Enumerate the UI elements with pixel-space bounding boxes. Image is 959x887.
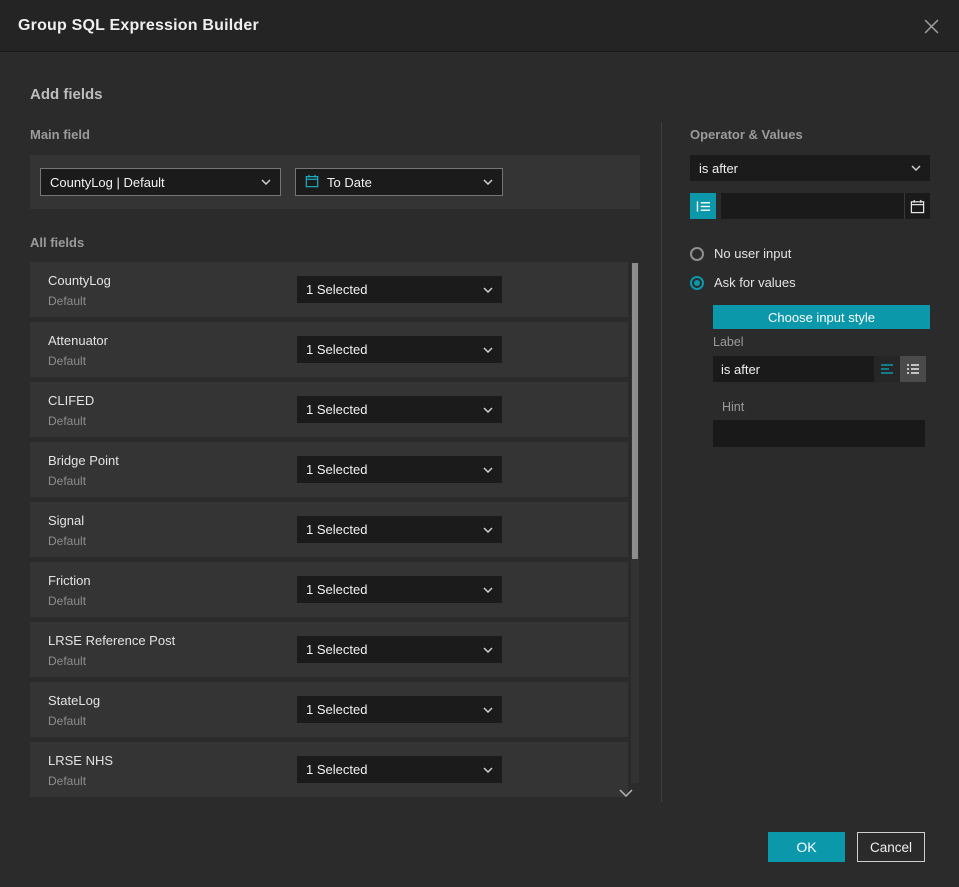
group-sql-expression-builder-dialog: Group SQL Expression Builder Add fields …	[0, 0, 959, 887]
close-icon[interactable]	[917, 12, 945, 40]
field-selected-value: 1 Selected	[306, 402, 368, 417]
calendar-icon	[305, 174, 319, 191]
chevron-down-icon	[483, 646, 493, 653]
field-row-clifed: CLIFED Default 1 Selected	[30, 382, 628, 437]
field-row-bridge-point: Bridge Point Default 1 Selected	[30, 442, 628, 497]
ok-button[interactable]: OK	[768, 832, 845, 862]
field-selected-value: 1 Selected	[306, 762, 368, 777]
field-selected-dropdown[interactable]: 1 Selected	[297, 696, 502, 723]
field-selected-dropdown[interactable]: 1 Selected	[297, 396, 502, 423]
dialog-title: Group SQL Expression Builder	[18, 16, 259, 34]
main-field-panel: CountyLog | Default To Date	[30, 155, 640, 209]
radio-icon	[690, 246, 704, 261]
date-picker-button[interactable]	[904, 193, 930, 219]
field-selected-value: 1 Selected	[306, 642, 368, 657]
field-subtitle: Default	[48, 414, 87, 428]
ask-for-values-radio[interactable]: Ask for values	[690, 275, 796, 290]
field-row-attenuator: Attenuator Default 1 Selected	[30, 322, 628, 377]
field-subtitle: Default	[48, 474, 87, 488]
field-row-signal: Signal Default 1 Selected	[30, 502, 628, 557]
field-subtitle: Default	[48, 354, 87, 368]
field-name: Friction	[48, 573, 91, 588]
field-selected-dropdown[interactable]: 1 Selected	[297, 456, 502, 483]
choose-input-style-button[interactable]: Choose input style	[713, 305, 930, 329]
field-name: StateLog	[48, 693, 101, 708]
all-fields-label: All fields	[30, 235, 85, 250]
chevron-down-icon	[483, 179, 493, 185]
field-selected-value: 1 Selected	[306, 342, 368, 357]
chevron-down-icon	[483, 526, 493, 533]
scroll-down-chevron-icon[interactable]	[619, 784, 633, 802]
no-user-input-label: No user input	[714, 246, 792, 261]
field-selected-value: 1 Selected	[306, 282, 368, 297]
chevron-down-icon	[483, 466, 493, 473]
field-subtitle: Default	[48, 774, 87, 788]
field-selected-dropdown[interactable]: 1 Selected	[297, 516, 502, 543]
chevron-down-icon	[483, 346, 493, 353]
date-type-dropdown-value: To Date	[327, 174, 372, 190]
field-row-lrse-nhs: LRSE NHS Default 1 Selected	[30, 742, 628, 797]
cancel-button[interactable]: Cancel	[857, 832, 925, 862]
field-subtitle: Default	[48, 654, 87, 668]
field-selected-value: 1 Selected	[306, 462, 368, 477]
field-name: Bridge Point	[48, 453, 119, 468]
field-selected-dropdown[interactable]: 1 Selected	[297, 336, 502, 363]
field-row-friction: Friction Default 1 Selected	[30, 562, 628, 617]
all-fields-list: CountyLog Default 1 Selected Attenuator …	[30, 262, 628, 802]
date-type-dropdown[interactable]: To Date	[295, 168, 503, 196]
no-user-input-radio[interactable]: No user input	[690, 246, 791, 261]
field-selected-dropdown[interactable]: 1 Selected	[297, 636, 502, 663]
dialog-header: Group SQL Expression Builder	[0, 0, 959, 52]
field-selected-dropdown[interactable]: 1 Selected	[297, 276, 502, 303]
fields-scrollbar-thumb[interactable]	[632, 263, 638, 559]
hint-input[interactable]	[713, 420, 925, 447]
field-subtitle: Default	[48, 294, 87, 308]
value-input[interactable]	[721, 193, 904, 219]
radio-checked-icon	[690, 275, 704, 290]
main-field-dropdown[interactable]: CountyLog | Default	[40, 168, 281, 196]
align-left-style-button[interactable]	[874, 356, 900, 382]
operator-dropdown-value: is after	[699, 160, 739, 176]
field-row-lrse-reference-post: LRSE Reference Post Default 1 Selected	[30, 622, 628, 677]
field-name: Signal	[48, 513, 85, 528]
chevron-down-icon	[483, 766, 493, 773]
main-field-dropdown-value: CountyLog | Default	[50, 174, 165, 190]
field-name: Attenuator	[48, 333, 108, 348]
field-subtitle: Default	[48, 714, 87, 728]
field-row-statelog: StateLog Default 1 Selected	[30, 682, 628, 737]
hint-label: Hint	[722, 400, 745, 414]
label-label: Label	[713, 335, 744, 349]
chevron-down-icon	[483, 706, 493, 713]
operator-values-heading: Operator & Values	[690, 127, 803, 142]
chevron-down-icon	[483, 286, 493, 293]
field-name: CLIFED	[48, 393, 95, 408]
chevron-down-icon	[261, 179, 271, 185]
ask-for-values-label: Ask for values	[714, 275, 796, 290]
main-field-label: Main field	[30, 127, 90, 142]
label-input[interactable]	[713, 356, 874, 382]
field-row-countylog: CountyLog Default 1 Selected	[30, 262, 628, 317]
field-selected-dropdown[interactable]: 1 Selected	[297, 576, 502, 603]
field-name: CountyLog	[48, 273, 111, 288]
field-subtitle: Default	[48, 594, 87, 608]
field-name: LRSE NHS	[48, 753, 114, 768]
chevron-down-icon	[911, 165, 921, 171]
field-selected-value: 1 Selected	[306, 522, 368, 537]
field-selected-value: 1 Selected	[306, 582, 368, 597]
field-selected-dropdown[interactable]: 1 Selected	[297, 756, 502, 783]
field-subtitle: Default	[48, 534, 87, 548]
operator-dropdown[interactable]: is after	[690, 155, 930, 181]
field-name: LRSE Reference Post	[48, 633, 176, 648]
value-mode-button[interactable]	[690, 193, 716, 219]
chevron-down-icon	[483, 406, 493, 413]
add-fields-heading: Add fields	[30, 86, 103, 103]
vertical-divider	[661, 122, 662, 802]
field-selected-value: 1 Selected	[306, 702, 368, 717]
fields-scrollbar-track[interactable]	[631, 263, 639, 783]
chevron-down-icon	[483, 586, 493, 593]
list-style-button[interactable]	[900, 356, 926, 382]
